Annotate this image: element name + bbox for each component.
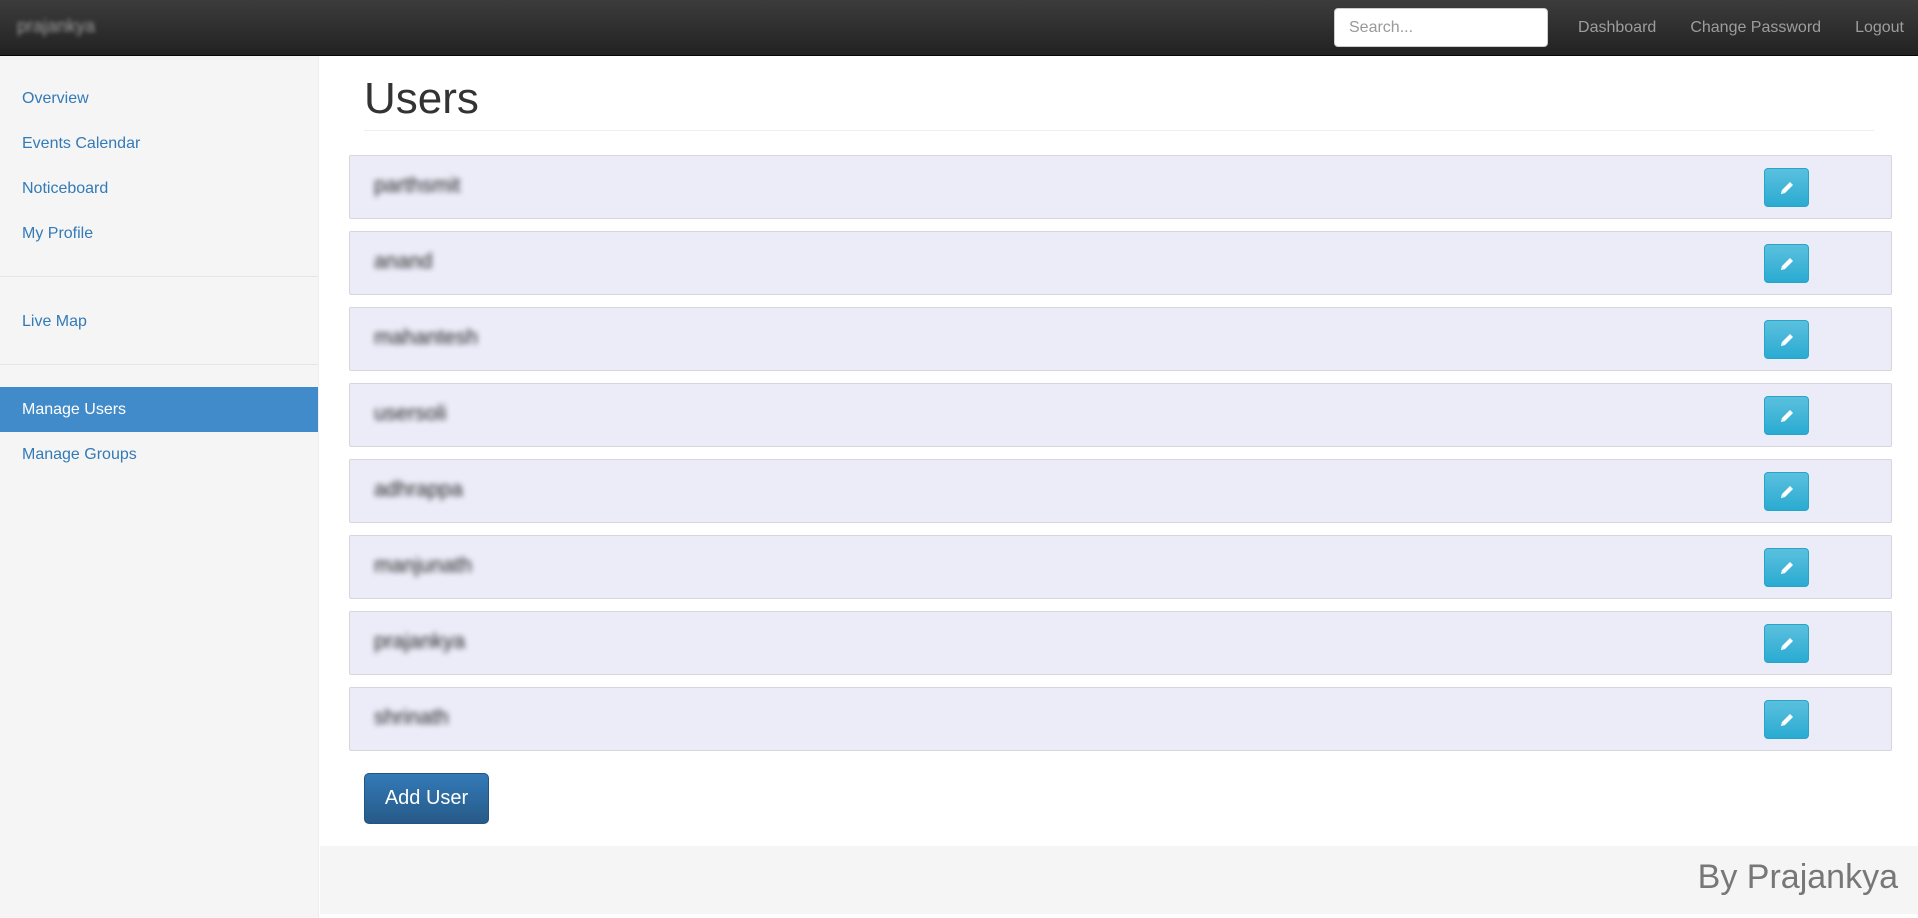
add-user-button[interactable]: Add User bbox=[364, 773, 489, 824]
edit-user-button[interactable] bbox=[1764, 320, 1809, 359]
sidebar-item-noticeboard[interactable]: Noticeboard bbox=[0, 166, 318, 211]
user-name: anand bbox=[374, 250, 433, 273]
edit-user-button[interactable] bbox=[1764, 396, 1809, 435]
pencil-icon bbox=[1780, 257, 1793, 270]
main-content: Users parthsmit anand mahantesh usersoli adh… bbox=[320, 56, 1918, 846]
pencil-icon bbox=[1780, 181, 1793, 194]
sidebar-item-manage-users[interactable]: Manage Users bbox=[0, 387, 318, 432]
pencil-icon bbox=[1780, 637, 1793, 650]
brand-name[interactable]: prajankya bbox=[17, 16, 95, 37]
pencil-icon bbox=[1780, 409, 1793, 422]
user-name: shrinath bbox=[374, 706, 449, 729]
search-input[interactable] bbox=[1334, 8, 1548, 47]
edit-user-button[interactable] bbox=[1764, 244, 1809, 283]
user-name: parthsmit bbox=[374, 174, 461, 197]
page-title: Users bbox=[364, 74, 479, 123]
footer-credit: By Prajankya bbox=[1697, 858, 1898, 896]
pencil-icon bbox=[1780, 713, 1793, 726]
sidebar-item-live-map[interactable]: Live Map bbox=[0, 299, 318, 344]
footer: By Prajankya bbox=[320, 846, 1918, 914]
edit-user-button[interactable] bbox=[1764, 548, 1809, 587]
edit-user-button[interactable] bbox=[1764, 168, 1809, 207]
edit-user-button[interactable] bbox=[1764, 472, 1809, 511]
user-list: parthsmit anand mahantesh usersoli adhrappa m… bbox=[349, 155, 1892, 763]
sidebar-divider bbox=[0, 364, 318, 365]
list-item: manjunath bbox=[349, 535, 1892, 599]
pencil-icon bbox=[1780, 485, 1793, 498]
list-item: adhrappa bbox=[349, 459, 1892, 523]
nav-change-password-link[interactable]: Change Password bbox=[1690, 19, 1821, 37]
user-name: adhrappa bbox=[374, 478, 463, 501]
sidebar-divider bbox=[0, 276, 318, 277]
list-item: mahantesh bbox=[349, 307, 1892, 371]
list-item: anand bbox=[349, 231, 1892, 295]
list-item: prajankya bbox=[349, 611, 1892, 675]
sidebar: Overview Events Calendar Noticeboard My … bbox=[0, 56, 319, 918]
sidebar-item-events-calendar[interactable]: Events Calendar bbox=[0, 121, 318, 166]
top-navbar: prajankya Dashboard Change Password Logo… bbox=[0, 0, 1918, 56]
pencil-icon bbox=[1780, 561, 1793, 574]
nav-links: Dashboard Change Password Logout bbox=[1578, 0, 1904, 56]
list-item: shrinath bbox=[349, 687, 1892, 751]
sidebar-item-manage-groups[interactable]: Manage Groups bbox=[0, 432, 318, 477]
user-name: usersoli bbox=[374, 402, 447, 425]
sidebar-item-overview[interactable]: Overview bbox=[0, 76, 318, 121]
edit-user-button[interactable] bbox=[1764, 700, 1809, 739]
user-name: prajankya bbox=[374, 630, 466, 653]
title-divider bbox=[364, 130, 1874, 131]
nav-logout-link[interactable]: Logout bbox=[1855, 19, 1904, 37]
list-item: usersoli bbox=[349, 383, 1892, 447]
user-name: manjunath bbox=[374, 554, 473, 577]
sidebar-item-my-profile[interactable]: My Profile bbox=[0, 211, 318, 256]
sidebar-group-main: Overview Events Calendar Noticeboard My … bbox=[0, 56, 318, 256]
edit-user-button[interactable] bbox=[1764, 624, 1809, 663]
list-item: parthsmit bbox=[349, 155, 1892, 219]
nav-dashboard-link[interactable]: Dashboard bbox=[1578, 19, 1656, 37]
pencil-icon bbox=[1780, 333, 1793, 346]
user-name: mahantesh bbox=[374, 326, 478, 349]
